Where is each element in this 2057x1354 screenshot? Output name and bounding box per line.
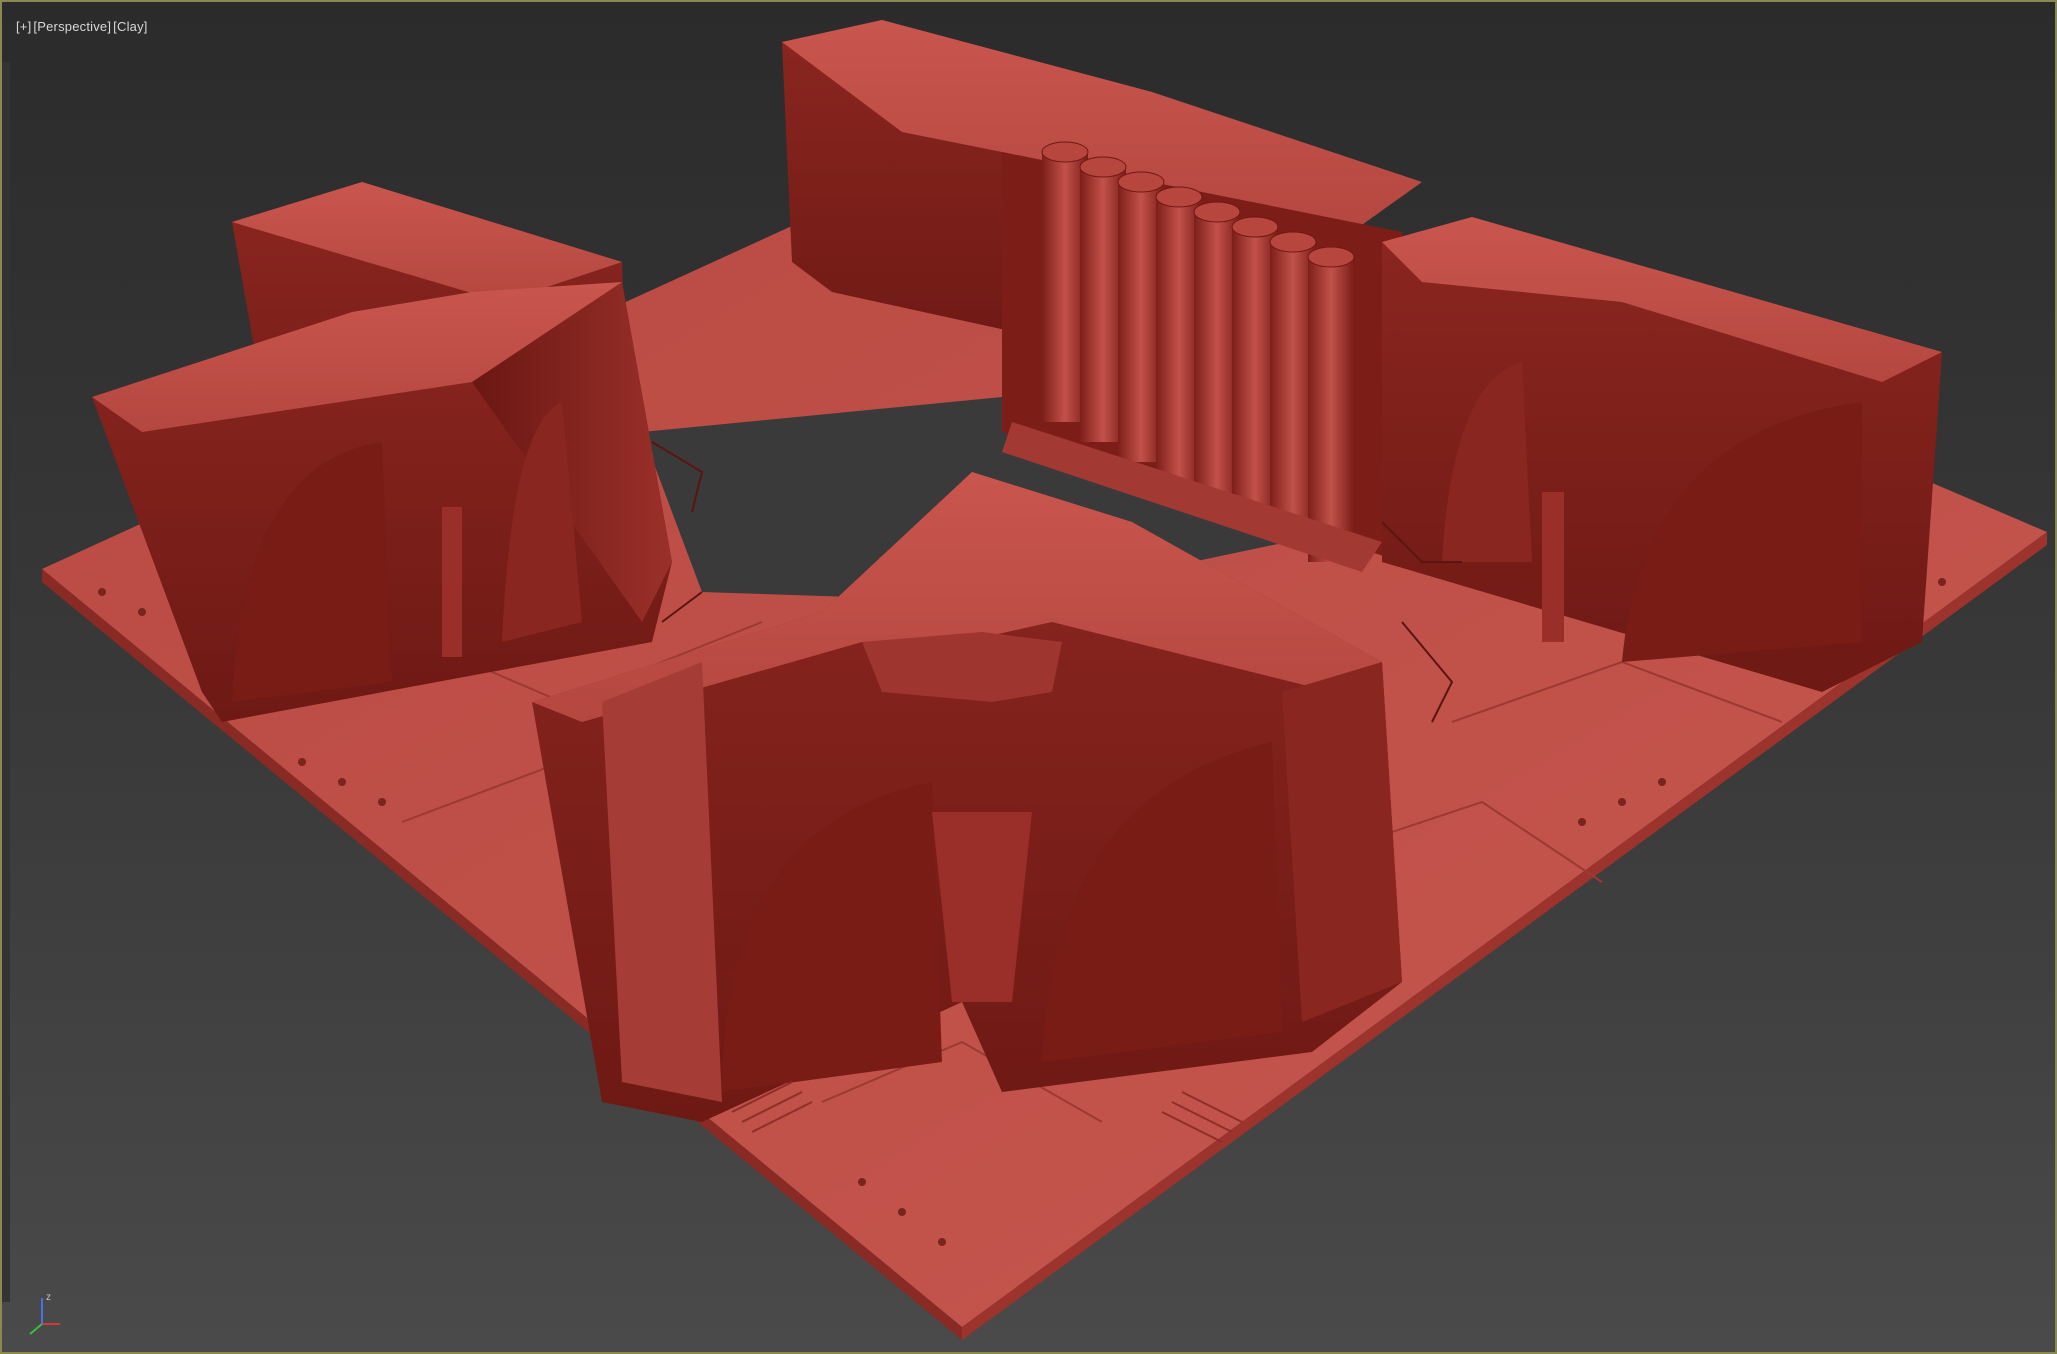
perspective-viewport[interactable]: [+] [Perspective] [Clay] z	[0, 0, 2057, 1354]
scene-render[interactable]	[2, 2, 2057, 1354]
axis-gizmo-icon[interactable]: z	[20, 1290, 70, 1340]
gizmo-z-label: z	[46, 1292, 51, 1303]
